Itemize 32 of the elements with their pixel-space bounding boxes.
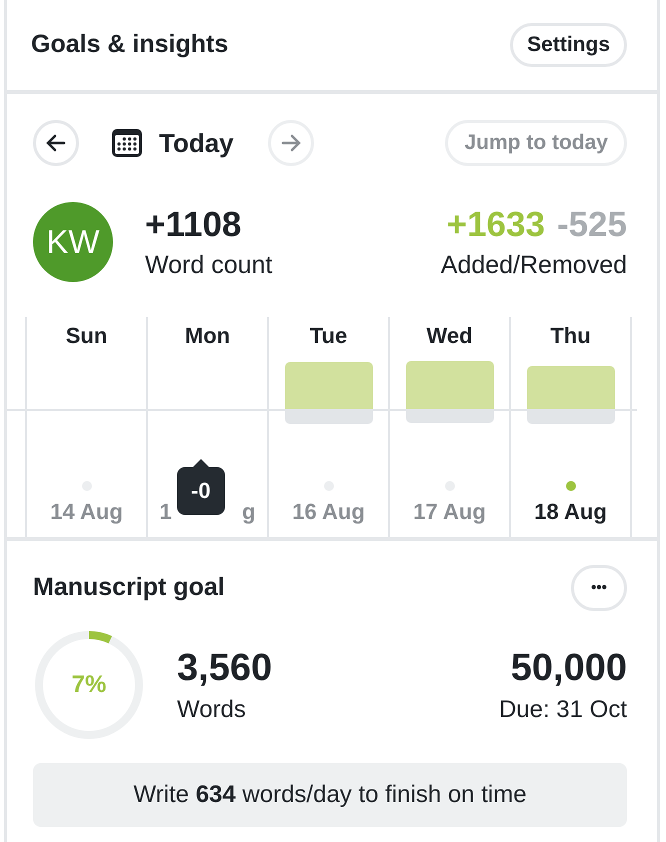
due-date: Due: 31 Oct <box>498 695 627 725</box>
date-label: Today <box>159 126 234 160</box>
next-button[interactable] <box>268 120 314 166</box>
words-value: 3,560 <box>177 646 272 691</box>
progress-percent: 7% <box>72 670 106 700</box>
added-removed-label: Added/Removed <box>440 250 627 281</box>
date-label: 1 <box>160 499 172 525</box>
day-label: Wed <box>426 322 473 350</box>
panel-title: Goals & insights <box>31 29 228 60</box>
calendar-icon <box>111 127 143 159</box>
tooltip: -0 <box>177 459 225 515</box>
settings-button[interactable]: Settings <box>510 23 627 67</box>
day-label: Thu <box>550 322 591 350</box>
more-button[interactable]: ••• <box>571 565 627 611</box>
date-label: 17 Aug <box>413 499 486 525</box>
date-label: 18 Aug <box>534 499 607 525</box>
added-value: +1633 <box>446 204 545 246</box>
target-value: 50,000 <box>510 646 627 691</box>
word-count-value: +1108 <box>145 204 242 246</box>
day-label: Mon <box>184 322 230 350</box>
date-label: 16 Aug <box>292 499 365 525</box>
word-count-label: Word count <box>145 250 272 281</box>
advice-text: Write 634 words/day to finish on time <box>133 780 527 810</box>
day-label: Tue <box>310 322 348 350</box>
removed-value: -525 <box>556 204 627 246</box>
date-label: 14 Aug <box>50 499 123 525</box>
day-label: Sun <box>66 322 108 350</box>
words-label: Words <box>177 695 247 725</box>
section-title: Manuscript goal <box>33 572 225 604</box>
date-label: g <box>242 499 256 525</box>
previous-button[interactable] <box>33 120 79 166</box>
avatar: KW <box>33 202 113 282</box>
